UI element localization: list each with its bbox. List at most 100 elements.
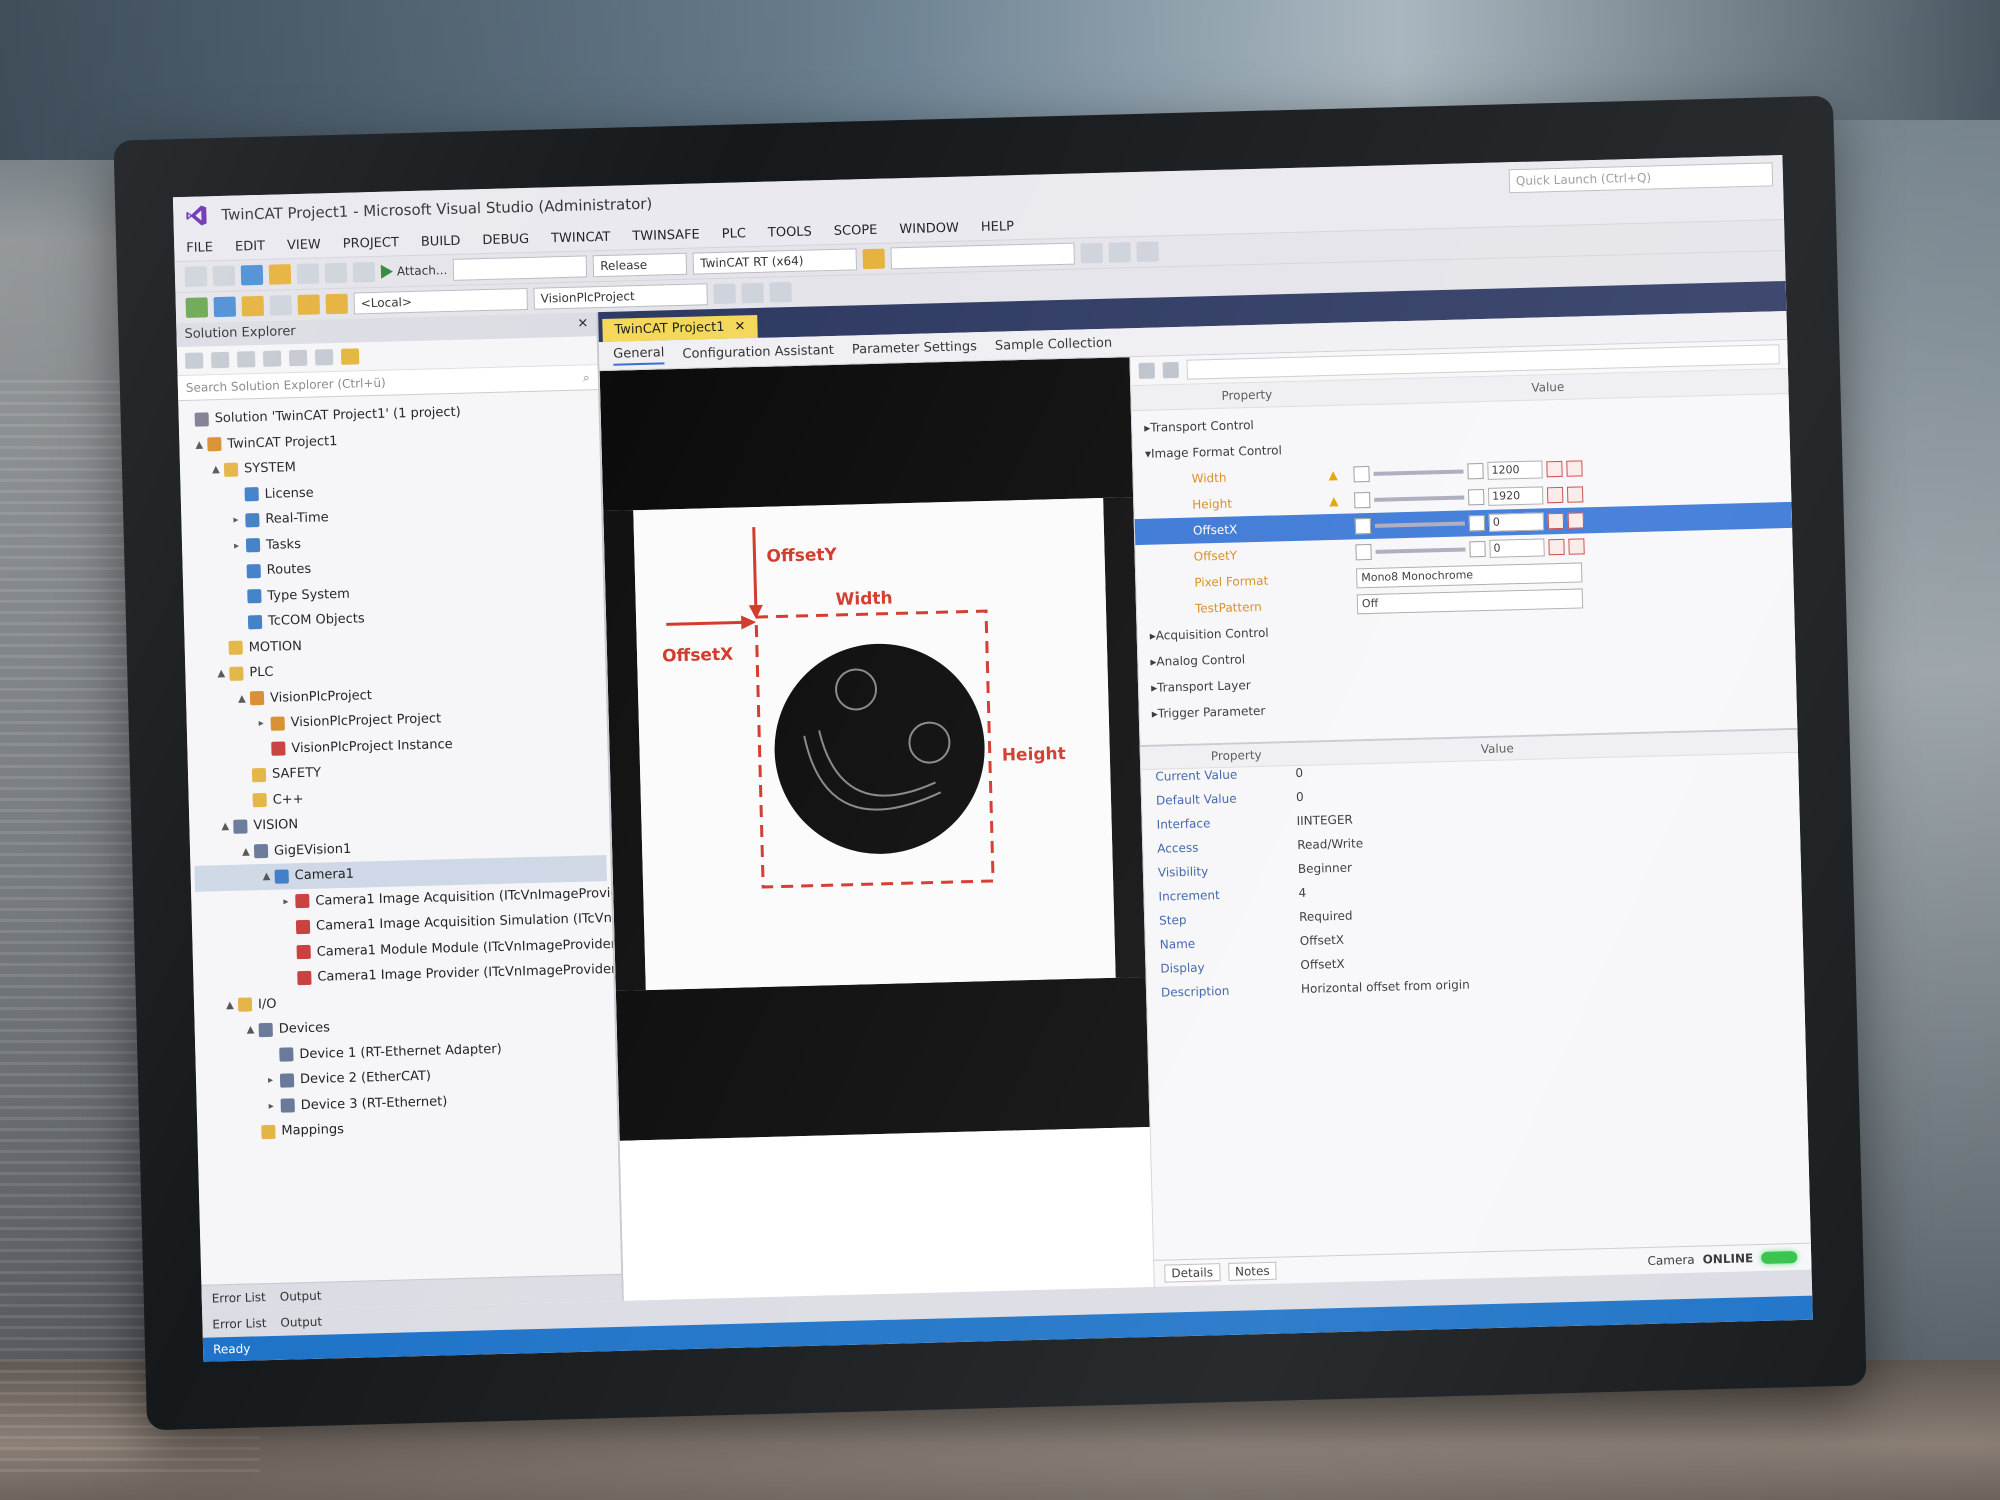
menu-item-tools[interactable]: TOOLS [768, 224, 812, 240]
property-value-combo[interactable]: Off [1356, 588, 1584, 615]
menu-item-view[interactable]: VIEW [287, 237, 321, 253]
subtab[interactable]: Parameter Settings [852, 339, 977, 357]
menu-item-window[interactable]: WINDOW [899, 220, 959, 237]
quick-launch-input[interactable]: Quick Launch (Ctrl+Q) [1508, 162, 1774, 194]
reset-icon[interactable] [1547, 512, 1565, 530]
decrement-icon[interactable] [1354, 517, 1372, 535]
apply-icon[interactable] [1567, 512, 1585, 529]
reset-icon[interactable] [1546, 486, 1564, 504]
expand-arrow-icon[interactable]: ▲ [212, 464, 224, 475]
layout-icon[interactable] [1080, 242, 1104, 264]
expand-arrow-icon[interactable]: ▲ [238, 693, 250, 704]
choose-target-icon[interactable] [269, 295, 293, 316]
decrement-icon[interactable] [1355, 543, 1372, 561]
breakpoint-icon[interactable] [713, 283, 736, 305]
menu-item-twinsafe[interactable]: TWINSAFE [632, 227, 700, 244]
value-slider[interactable] [1374, 495, 1465, 502]
property-value-input[interactable]: 1200 [1487, 460, 1543, 480]
increment-icon[interactable] [1467, 462, 1484, 480]
config-mode-icon[interactable] [241, 295, 265, 317]
decrement-icon[interactable] [1353, 465, 1370, 483]
value-slider[interactable] [1373, 469, 1464, 476]
menu-item-build[interactable]: BUILD [421, 233, 461, 249]
home-icon[interactable] [236, 351, 256, 368]
solution-config-combo[interactable] [453, 255, 588, 281]
expand-arrow-icon[interactable]: ▲ [226, 1000, 238, 1011]
find-icon[interactable] [862, 248, 886, 270]
expand-arrow-icon[interactable]: ▸ [283, 896, 295, 907]
alphabetical-icon[interactable] [1162, 361, 1179, 379]
menu-item-help[interactable]: HELP [981, 219, 1014, 235]
step-icon[interactable] [741, 282, 764, 304]
menu-item-scope[interactable]: SCOPE [834, 222, 878, 238]
output-tab[interactable]: Error List [212, 1316, 266, 1331]
value-slider[interactable] [1374, 521, 1465, 528]
redo-icon[interactable] [352, 261, 376, 283]
bottom-tab[interactable]: Error List [212, 1290, 266, 1305]
subtab[interactable]: Configuration Assistant [682, 342, 834, 361]
platform-combo[interactable]: TwinCAT RT (x64) [692, 248, 858, 275]
categorized-icon[interactable] [1138, 362, 1155, 379]
forward-icon[interactable] [212, 265, 236, 287]
restart-run-icon[interactable] [213, 296, 237, 318]
save-icon[interactable] [296, 263, 320, 284]
login-icon[interactable] [325, 293, 349, 315]
target-combo[interactable]: <Local> [353, 287, 528, 315]
find-combo[interactable] [890, 242, 1076, 270]
scan-icon[interactable] [297, 294, 321, 315]
step-over-icon[interactable] [769, 282, 792, 303]
expand-arrow-icon[interactable]: ▸ [234, 540, 246, 551]
expand-arrow-icon[interactable]: ▲ [242, 846, 254, 857]
increment-icon[interactable] [1468, 488, 1485, 506]
expand-arrow-icon[interactable]: ▸ [268, 1075, 280, 1086]
menu-item-twincat[interactable]: TWINCAT [551, 229, 611, 246]
toolbox-icon[interactable] [1136, 241, 1160, 262]
activate-config-icon[interactable] [185, 297, 209, 318]
close-tab-icon[interactable]: ✕ [734, 319, 745, 334]
back-icon[interactable] [184, 266, 208, 287]
start-button[interactable]: Attach... [380, 263, 448, 279]
back-icon[interactable] [184, 352, 204, 369]
project-combo[interactable]: VisionPlcProject [533, 283, 708, 310]
expand-arrow-icon[interactable]: ▲ [195, 439, 207, 450]
expand-arrow-icon[interactable]: ▸ [259, 718, 271, 729]
config-combo[interactable]: Release [592, 252, 688, 278]
forward-icon[interactable] [210, 351, 230, 369]
properties-icon[interactable] [1108, 242, 1132, 263]
reset-icon[interactable] [1546, 460, 1563, 478]
expand-arrow-icon[interactable]: ▲ [217, 668, 229, 679]
menu-item-plc[interactable]: PLC [722, 226, 747, 242]
details-tab[interactable]: Details [1164, 1263, 1221, 1283]
refresh-icon[interactable] [288, 349, 308, 367]
close-icon[interactable]: ✕ [577, 312, 589, 336]
increment-icon[interactable] [1469, 540, 1486, 558]
menu-item-debug[interactable]: DEBUG [482, 231, 529, 247]
expand-arrow-icon[interactable]: ▲ [247, 1024, 259, 1036]
decrement-icon[interactable] [1354, 491, 1371, 509]
new-project-icon[interactable] [240, 264, 264, 286]
property-value-input[interactable]: 1920 [1487, 486, 1544, 506]
apply-icon[interactable] [1566, 460, 1583, 477]
apply-icon[interactable] [1568, 538, 1585, 555]
reset-icon[interactable] [1548, 538, 1565, 556]
expand-arrow-icon[interactable]: ▸ [269, 1100, 281, 1112]
subtab[interactable]: Sample Collection [995, 335, 1113, 353]
value-slider[interactable] [1375, 547, 1466, 554]
subtab[interactable]: General [612, 344, 665, 366]
menu-item-edit[interactable]: EDIT [235, 238, 265, 254]
details-tab[interactable]: Notes [1227, 1261, 1277, 1281]
sync-icon[interactable] [262, 350, 282, 367]
menu-item-project[interactable]: PROJECT [343, 235, 400, 251]
bottom-tab[interactable]: Output [280, 1289, 322, 1304]
open-folder-icon[interactable] [268, 264, 292, 285]
menu-item-file[interactable]: FILE [186, 240, 213, 256]
property-value-input[interactable]: 0 [1488, 512, 1545, 532]
increment-icon[interactable] [1468, 514, 1486, 532]
property-value-input[interactable]: 0 [1489, 538, 1545, 558]
expand-arrow-icon[interactable]: ▸ [233, 515, 245, 526]
wrench-icon[interactable] [314, 349, 334, 366]
undo-icon[interactable] [324, 262, 348, 284]
apply-icon[interactable] [1566, 486, 1584, 503]
expand-arrow-icon[interactable]: ▲ [263, 871, 275, 882]
camera-image-view[interactable]: OffsetY Width OffsetX Height [599, 357, 1154, 1301]
